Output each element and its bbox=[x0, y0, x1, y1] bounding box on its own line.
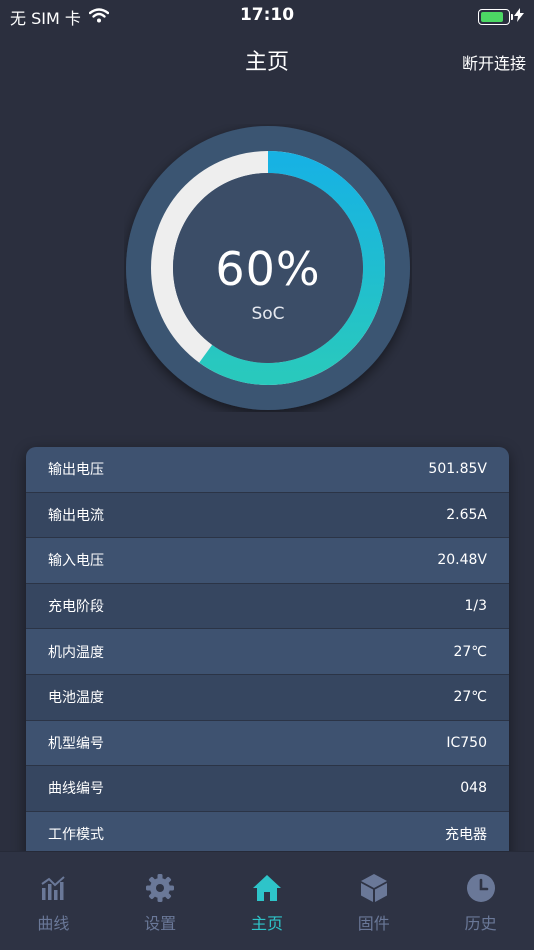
info-table: 输出电压 501.85V 输出电流 2.65A 输入电压 20.48V 充电阶段 1/3 机内温… bbox=[26, 447, 509, 867]
info-row: 电池温度 27℃ bbox=[26, 674, 509, 721]
info-row: 曲线编号 048 bbox=[26, 766, 509, 812]
info-row-label: 电池温度 bbox=[48, 690, 104, 707]
tab-history[interactable]: 历史 bbox=[428, 852, 534, 950]
info-row-label: 输出电压 bbox=[48, 462, 104, 479]
info-row: 输入电压 20.48V bbox=[26, 538, 509, 584]
tab-firmware[interactable]: 固件 bbox=[321, 852, 427, 950]
tab-curve-label: 曲线 bbox=[37, 914, 70, 933]
info-row-label: 曲线编号 bbox=[48, 781, 104, 798]
cube-icon bbox=[358, 872, 390, 904]
clock-icon bbox=[465, 872, 497, 904]
soc-value: 60% bbox=[215, 242, 321, 296]
page-title: 主页 bbox=[244, 50, 289, 75]
tab-history-label: 历史 bbox=[464, 914, 497, 933]
charging-icon bbox=[514, 7, 524, 26]
info-row-value: 20.48V bbox=[437, 552, 487, 569]
soc-gauge: 60% SoC bbox=[124, 124, 412, 412]
gear-icon bbox=[144, 872, 176, 904]
status-bar: 无 SIM 卡 17:10 bbox=[0, 0, 534, 32]
tab-bar: 曲线 设置 主页 固件 历史 bbox=[0, 851, 534, 950]
info-row: 输出电压 501.85V bbox=[26, 447, 509, 493]
status-right bbox=[478, 7, 524, 26]
app-screen: 无 SIM 卡 17:10 主页 断开连接 60% SoC 输出电压 501.8… bbox=[0, 0, 534, 950]
info-row: 充电阶段 1/3 bbox=[26, 583, 509, 630]
info-row-value: 1/3 bbox=[464, 598, 487, 615]
tab-firmware-label: 固件 bbox=[357, 914, 390, 933]
battery-fill bbox=[481, 11, 504, 22]
soc-label: SoC bbox=[251, 304, 285, 324]
info-row: 输出电流 2.65A bbox=[26, 492, 509, 539]
tab-home[interactable]: 主页 bbox=[214, 852, 320, 950]
info-row-value: 27℃ bbox=[453, 643, 487, 660]
tab-settings[interactable]: 设置 bbox=[107, 852, 213, 950]
info-row-label: 输入电压 bbox=[48, 553, 104, 570]
info-row-label: 工作模式 bbox=[48, 827, 104, 844]
info-row-label: 机内温度 bbox=[48, 644, 104, 661]
info-row-label: 输出电流 bbox=[48, 507, 104, 524]
disconnect-button[interactable]: 断开连接 bbox=[462, 50, 526, 74]
tab-curve[interactable]: 曲线 bbox=[0, 852, 106, 950]
info-row-value: 048 bbox=[460, 780, 487, 797]
info-row: 机型编号 IC750 bbox=[26, 720, 509, 767]
info-row-value: 501.85V bbox=[428, 461, 487, 478]
info-row-label: 机型编号 bbox=[48, 735, 104, 752]
chart-icon bbox=[37, 872, 69, 904]
tab-settings-label: 设置 bbox=[144, 914, 177, 933]
info-row-label: 充电阶段 bbox=[48, 599, 104, 616]
battery-icon bbox=[478, 8, 513, 25]
info-row: 机内温度 27℃ bbox=[26, 629, 509, 675]
info-row-value: 2.65A bbox=[446, 506, 487, 523]
home-icon bbox=[251, 872, 283, 904]
status-time: 17:10 bbox=[239, 5, 295, 25]
info-row-value: 27℃ bbox=[453, 689, 487, 706]
info-row-value: IC750 bbox=[446, 734, 487, 751]
tab-home-label: 主页 bbox=[250, 914, 283, 933]
info-row-value: 充电器 bbox=[445, 827, 487, 844]
